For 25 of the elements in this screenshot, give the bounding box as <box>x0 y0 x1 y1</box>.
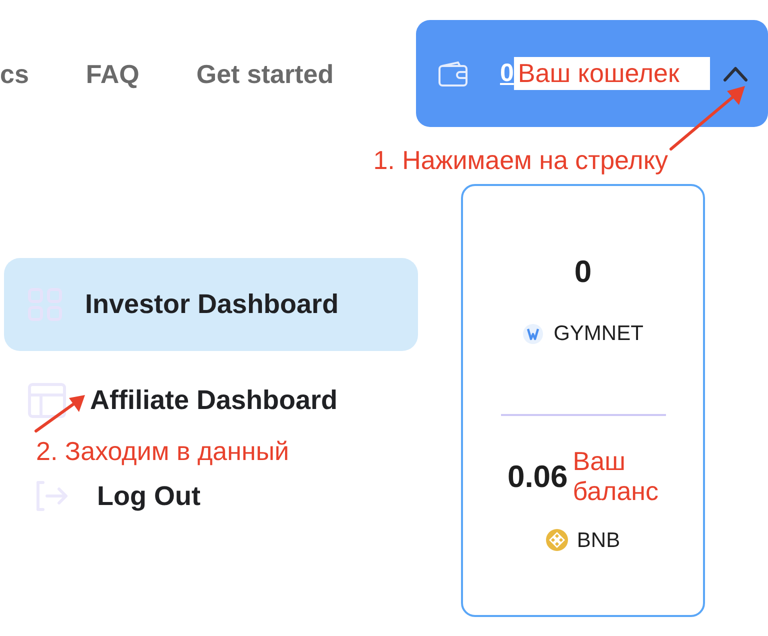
token-amount: 0.06 <box>507 460 568 492</box>
sidebar-item-label: Investor Dashboard <box>85 291 339 318</box>
sidebar-item[interactable]: Log Out <box>36 478 200 514</box>
sidebar-item-label: Log Out <box>97 482 200 510</box>
token-symbol: BNB <box>576 530 620 550</box>
nav-link[interactable]: FAQ <box>86 60 140 86</box>
sidebar-item[interactable]: Investor Dashboard <box>4 258 418 351</box>
wallet-icon <box>438 60 468 86</box>
annotation-text: Ваш баланс <box>572 446 659 506</box>
token-symbol: GYMNET <box>554 323 644 344</box>
chevron-up-icon[interactable] <box>722 66 748 82</box>
sidebar-item[interactable]: Affiliate Dashboard <box>28 382 338 418</box>
diamond-coin-icon <box>546 529 568 551</box>
nav-link[interactable]: cs <box>0 60 29 86</box>
sidebar-item-label: Affiliate Dashboard <box>90 386 338 414</box>
annotation-text: 2. Заходим в данный <box>36 436 290 466</box>
annotation-text: 1. Нажимаем на стрелку <box>373 145 668 177</box>
token-amount: 0 <box>574 256 592 286</box>
wallet-button[interactable]: 0 Ваш кошелек <box>416 20 768 127</box>
layout-icon <box>28 382 66 418</box>
wallet-balance-link[interactable]: 0 <box>500 61 514 86</box>
annotation-label: Ваш кошелек <box>514 57 710 90</box>
w-logo-icon <box>522 324 543 344</box>
nav-link[interactable]: Get started <box>196 60 334 86</box>
annotation-arrow <box>33 392 87 434</box>
